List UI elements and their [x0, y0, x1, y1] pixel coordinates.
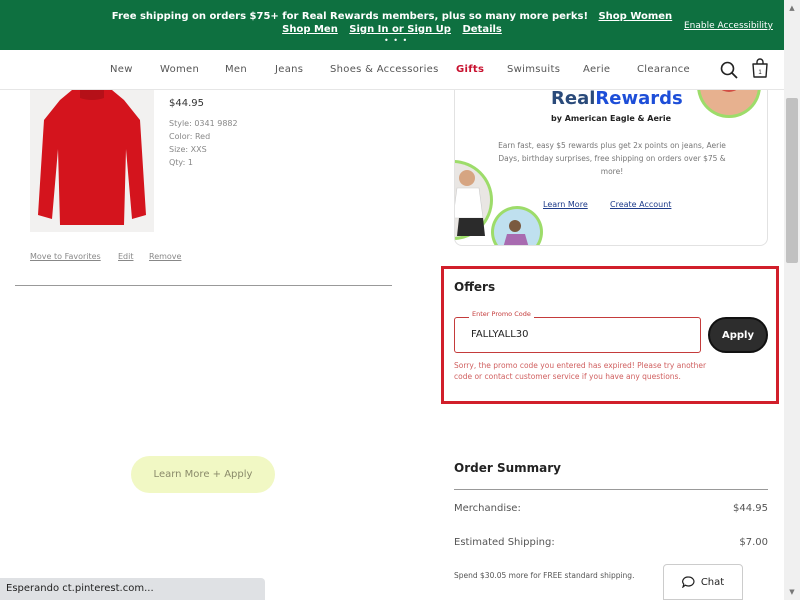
shop-men-link[interactable]: Shop Men [282, 24, 338, 35]
details-link[interactable]: Details [462, 24, 501, 35]
item-style: Style: 0341 9882 [169, 119, 238, 128]
nav-item-aerie[interactable]: Aerie [583, 64, 610, 75]
product-image[interactable] [30, 90, 154, 232]
nav-item-shoes-accessories[interactable]: Shoes & Accessories [330, 64, 439, 75]
main-nav: New Women Men Jeans Shoes & Accessories … [0, 50, 784, 90]
move-to-favorites-link[interactable]: Move to Favorites [30, 252, 101, 261]
shipping-label: Estimated Shipping: [454, 537, 555, 548]
item-price: $44.95 [169, 98, 204, 109]
nav-item-new[interactable]: New [110, 64, 133, 75]
nav-item-jeans[interactable]: Jeans [275, 64, 303, 75]
order-summary-title: Order Summary [454, 461, 561, 475]
nav-item-men[interactable]: Men [225, 64, 247, 75]
chat-button[interactable]: Chat [663, 564, 743, 600]
red-sweater-image [30, 90, 154, 232]
promo-text: Free shipping on orders $75+ for Real Re… [111, 11, 589, 22]
carousel-dots[interactable]: • • • [384, 36, 408, 45]
remove-link[interactable]: Remove [149, 252, 181, 261]
learn-more-apply-button[interactable]: Learn More + Apply [131, 456, 275, 493]
rr-subtitle: by American Eagle & Aerie [551, 114, 672, 123]
enable-accessibility-link[interactable]: Enable Accessibility [684, 21, 773, 31]
rr-description: Earn fast, easy $5 rewards plus get 2x p… [498, 141, 726, 176]
rr-title-rewards: Rewards [595, 88, 683, 109]
search-icon[interactable] [720, 61, 738, 79]
promo-message: Free shipping on orders $75+ for Real Re… [0, 10, 784, 36]
rr-learn-more-link[interactable]: Learn More [543, 200, 588, 209]
nav-item-gifts[interactable]: Gifts [456, 64, 484, 75]
order-summary-divider [454, 489, 768, 490]
rr-title-real: Real [551, 88, 596, 109]
browser-status-bar: Esperando ct.pinterest.com... [0, 578, 265, 600]
nav-item-swimsuits[interactable]: Swimsuits [507, 64, 560, 75]
real-rewards-logo: RealRewards [551, 88, 683, 109]
item-size: Size: XXS [169, 145, 207, 154]
scroll-up-arrow-icon[interactable]: ▲ [784, 0, 800, 16]
scrollbar-thumb[interactable] [786, 98, 798, 263]
offers-title: Offers [454, 280, 496, 294]
item-qty: Qty: 1 [169, 158, 193, 167]
nav-item-women[interactable]: Women [160, 64, 199, 75]
promo-error-message: Sorry, the promo code you entered has ex… [454, 361, 707, 381]
shipping-value: $7.00 [739, 537, 768, 548]
promo-code-label: Enter Promo Code [469, 310, 534, 318]
edit-link[interactable]: Edit [118, 252, 134, 261]
scroll-down-arrow-icon[interactable]: ▼ [784, 584, 800, 600]
merchandise-value: $44.95 [733, 503, 768, 514]
promo-banner: Free shipping on orders $75+ for Real Re… [0, 0, 784, 50]
free-shipping-note: Spend $30.05 more for FREE standard ship… [454, 571, 635, 580]
shop-women-link[interactable]: Shop Women [598, 11, 672, 22]
apply-button[interactable]: Apply [708, 317, 768, 353]
chat-bubble-icon [681, 576, 695, 588]
merchandise-label: Merchandise: [454, 503, 521, 514]
nav-item-clearance[interactable]: Clearance [637, 64, 690, 75]
sign-in-link[interactable]: Sign In or Sign Up [349, 24, 451, 35]
page-scrollbar[interactable] [784, 0, 800, 600]
promo-links: Shop Men Sign In or Sign Up Details [0, 23, 784, 36]
item-color: Color: Red [169, 132, 211, 141]
bag-icon[interactable]: 1 [751, 58, 769, 78]
chat-label: Chat [700, 576, 725, 588]
rr-create-account-link[interactable]: Create Account [610, 200, 671, 209]
cart-divider [15, 285, 392, 286]
promo-code-value[interactable]: FALLYALL30 [471, 329, 529, 340]
bag-count: 1 [758, 70, 762, 76]
